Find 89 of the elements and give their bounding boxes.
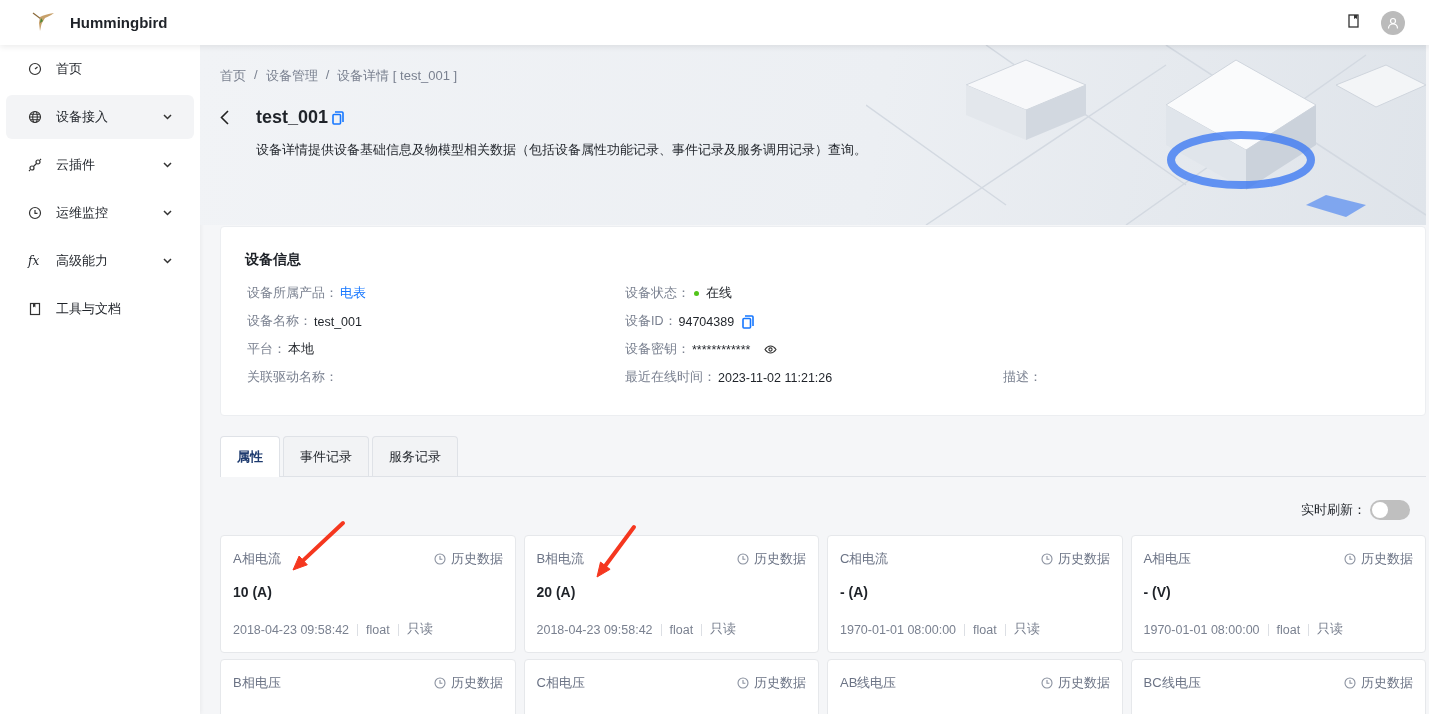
history-link[interactable]: 历史数据 [433,550,503,568]
property-name: B相电流 [536,550,585,568]
tab[interactable]: 服务记录 [372,436,458,476]
field-label: 设备状态： [625,285,690,302]
clock-icon [1344,553,1356,565]
page-title: test_001 [256,107,329,128]
copy-icon[interactable] [332,110,345,125]
globe-icon [28,110,42,124]
gauge-icon [28,62,42,76]
data-type: float [1276,622,1301,637]
field-value: test_001 [314,314,362,329]
field-value: 本地 [288,341,314,358]
function-icon: fx [28,254,42,268]
property-name: A相电压 [1143,550,1192,568]
field-value: 在线 [706,285,732,302]
clock-icon [433,553,446,565]
book-icon [28,302,42,316]
realtime-refresh-toggle[interactable] [1370,500,1410,520]
access-mode: 只读 [1013,621,1040,638]
plug-icon [28,158,42,172]
chevron-down-icon[interactable] [160,210,174,216]
clock-icon [1344,677,1356,689]
history-link[interactable]: 历史数据 [737,674,806,692]
clock-icon [737,677,749,689]
field-value: 94704389 [678,314,735,329]
clock-icon [433,677,446,689]
chevron-down-icon[interactable] [160,162,174,168]
breadcrumb-link[interactable]: 设备管理 [265,67,318,85]
history-link[interactable]: 历史数据 [433,674,503,692]
property-name: C相电压 [536,674,585,692]
section-title: 设备信息 [245,251,302,269]
update-time: 1970-01-01 08:00:00 [840,622,957,637]
field-label: 设备名称： [247,313,312,330]
data-type: float [669,622,694,637]
property-value: - (V) [1143,584,1172,600]
update-time: 2018-04-23 09:58:42 [536,622,653,637]
field-label: 关联驱动名称： [247,369,338,386]
breadcrumb-link[interactable]: 首页 [220,67,246,85]
chevron-down-icon[interactable] [160,114,174,120]
clock-icon [1040,553,1053,565]
field-label: 设备密钥： [625,341,690,358]
clock-icon [1040,677,1053,689]
property-name: BC线电压 [1143,674,1201,692]
history-link[interactable]: 历史数据 [1040,674,1110,692]
sidebar-item[interactable]: 运维监控 [6,191,194,235]
chevron-down-icon[interactable] [160,258,174,264]
sidebar-item[interactable]: 设备接入 [6,95,194,139]
sidebar-item[interactable]: fx 高级能力 [6,239,194,283]
property-name: B相电压 [233,674,281,692]
access-mode: 只读 [710,621,737,638]
sidebar-item[interactable]: 首页 [6,47,194,91]
tab[interactable]: 属性 [220,436,280,477]
property-name: C相电流 [840,550,889,568]
tab[interactable]: 事件记录 [283,436,369,476]
update-time: 2018-04-23 09:58:42 [233,622,350,637]
history-link[interactable]: 历史数据 [1344,674,1413,692]
clock-icon [28,206,42,220]
field-label: 最近在线时间： [625,369,716,386]
breadcrumb-separator: / [325,67,330,84]
history-link[interactable]: 历史数据 [1344,550,1413,568]
field-value: ************ [692,342,751,357]
field-label: 平台： [247,341,286,358]
history-link[interactable]: 历史数据 [1040,550,1110,568]
data-type: float [973,622,997,637]
clock-icon [737,553,749,565]
property-value: - (A) [840,584,869,600]
breadcrumb-separator: / [254,67,258,84]
field-label: 设备ID： [625,313,677,330]
sidebar-item[interactable]: 工具与文档 [6,287,194,331]
history-link[interactable]: 历史数据 [737,550,806,568]
field-value: 2023-11-02 11:21:26 [718,370,833,385]
property-name: A相电流 [233,550,281,568]
toggle-label: 实时刷新： [1301,501,1366,519]
update-time: 1970-01-01 08:00:00 [1143,622,1260,637]
access-mode: 只读 [406,621,433,638]
app-name: Hummingbird [70,14,169,31]
property-name: AB线电压 [840,674,897,692]
property-value: 20 (A) [536,584,577,600]
data-type: float [366,622,390,637]
field-label: 描述： [1003,369,1042,386]
copy-icon[interactable] [742,314,755,329]
page-description: 设备详情提供设备基础信息及物模型相关数据（包括设备属性功能记录、事件记录及服务调用记录）查询。 [256,142,868,159]
property-value: 10 (A) [233,584,273,600]
sidebar-item[interactable]: 云插件 [6,143,194,187]
product-link[interactable]: 电表 [340,285,366,302]
breadcrumb-current: 设备详情 [ test_001 ] [337,67,458,85]
eye-icon[interactable] [764,345,778,354]
field-label: 设备所属产品： [247,285,338,302]
access-mode: 只读 [1317,621,1344,638]
